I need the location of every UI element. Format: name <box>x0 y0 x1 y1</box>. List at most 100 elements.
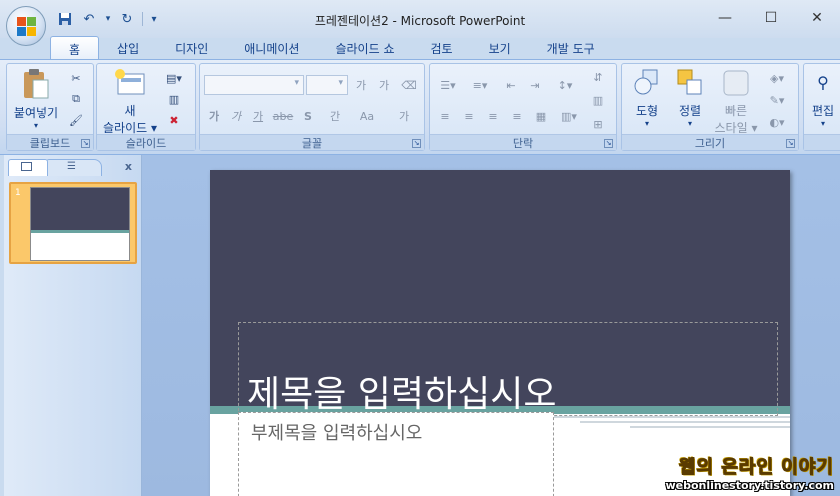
align-left-button[interactable]: ≡ <box>434 106 456 126</box>
group-font: ▾ ▾ 가 가 ⌫ 가 가 가 abe S 간 Aa 가 글꼴 ↘ <box>199 63 425 151</box>
group-label-editing <box>804 134 840 150</box>
quick-styles-icon <box>721 68 751 98</box>
align-right-button[interactable]: ≡ <box>482 106 504 126</box>
tab-view[interactable]: 보기 <box>471 36 529 60</box>
font-color-button[interactable]: 가 <box>388 106 420 126</box>
paste-icon <box>21 68 51 100</box>
shadow-button[interactable]: S <box>298 106 318 126</box>
clipboard-launcher-icon[interactable]: ↘ <box>81 139 90 148</box>
watermark: 웹의 온라인 이야기 webonlinestory.tistory.com <box>665 453 834 493</box>
thumbnail-number: 1 <box>15 188 21 198</box>
group-label-font: 글꼴 <box>200 134 424 150</box>
clear-format-button[interactable]: ⌫ <box>398 75 420 95</box>
shape-effects-icon[interactable]: ◐▾ <box>762 112 792 132</box>
office-logo-icon <box>17 17 37 37</box>
font-launcher-icon[interactable]: ↘ <box>412 139 421 148</box>
tab-outline[interactable]: ☰ <box>46 159 102 176</box>
delete-slide-icon[interactable]: ✖ <box>163 110 185 130</box>
slides-pane: ☰ x 1 <box>4 155 142 496</box>
title-bar: ↶ ▾ ↻ ▾ 프레젠테이션2 - Microsoft PowerPoint —… <box>0 0 840 38</box>
office-button[interactable] <box>6 6 46 46</box>
tab-developer[interactable]: 개발 도구 <box>529 36 613 60</box>
paste-button[interactable]: 붙여넣기 ▾ <box>11 68 61 130</box>
group-clipboard: 붙여넣기 ▾ ✂ ⧉ 🖌 클립보드 ↘ <box>6 63 94 151</box>
bullets-button[interactable]: ☰▾ <box>434 75 462 95</box>
font-size-combo[interactable]: ▾ <box>306 75 348 95</box>
align-text-button[interactable]: ▥ <box>586 90 610 110</box>
tab-insert[interactable]: 삽입 <box>99 36 157 60</box>
paragraph-launcher-icon[interactable]: ↘ <box>604 139 613 148</box>
layout-icon[interactable]: ▤▾ <box>163 68 185 88</box>
group-label-slides: 슬라이드 <box>97 134 195 150</box>
arrange-label: 정렬 <box>678 104 702 118</box>
pane-close-icon[interactable]: x <box>125 160 132 173</box>
title-placeholder[interactable]: 제목을 입력하십시오 <box>238 322 778 416</box>
shape-fill-icon[interactable]: ◈▾ <box>762 68 792 88</box>
format-painter-icon[interactable]: 🖌 <box>65 110 87 130</box>
tab-design[interactable]: 디자인 <box>157 36 226 60</box>
distribute-button[interactable]: ▦ <box>530 106 552 126</box>
slides-icon <box>21 162 32 171</box>
shape-outline-icon[interactable]: ✎▾ <box>762 90 792 110</box>
text-direction-button[interactable]: ⇵ <box>586 67 610 87</box>
tab-slides[interactable] <box>8 159 48 176</box>
tab-review[interactable]: 검토 <box>412 36 470 60</box>
editing-button[interactable]: ⚲ 편집 ▾ <box>806 68 840 128</box>
underline-button[interactable]: 가 <box>248 106 268 126</box>
font-name-combo[interactable]: ▾ <box>204 75 304 95</box>
quick-styles-label-1: 빠른 <box>724 104 748 118</box>
new-slide-button[interactable]: 새 슬라이드 ▾ <box>99 68 161 136</box>
bold-button[interactable]: 가 <box>204 106 224 126</box>
tab-slide-show[interactable]: 슬라이드 쇼 <box>317 36 412 60</box>
minimize-button[interactable]: — <box>702 6 748 30</box>
shapes-icon <box>633 68 661 98</box>
drawing-launcher-icon[interactable]: ↘ <box>786 139 795 148</box>
justify-button[interactable]: ≡ <box>506 106 528 126</box>
character-spacing-button[interactable]: 간 <box>322 106 348 126</box>
close-button[interactable]: ✕ <box>794 6 840 30</box>
new-slide-icon <box>114 68 146 98</box>
cut-icon[interactable]: ✂ <box>65 68 87 88</box>
title-placeholder-text: 제목을 입력하십시오 <box>247 374 557 415</box>
group-slides: 새 슬라이드 ▾ ▤▾ ▥ ✖ 슬라이드 <box>96 63 196 151</box>
subtitle-placeholder-text: 부제목을 입력하십시오 <box>251 423 423 444</box>
watermark-url: webonlinestory.tistory.com <box>665 479 834 492</box>
quick-styles-button[interactable]: 빠른 스타일 ▾ <box>710 68 762 136</box>
thumbnail-preview <box>30 187 130 261</box>
align-center-button[interactable]: ≡ <box>458 106 480 126</box>
shape-label: 도형 <box>635 104 659 118</box>
change-case-button[interactable]: Aa <box>352 106 382 126</box>
strikethrough-button[interactable]: abe <box>270 106 296 126</box>
copy-icon[interactable]: ⧉ <box>65 89 87 109</box>
arrange-button[interactable]: 정렬 ▾ <box>670 68 710 128</box>
slide-thumbnail[interactable]: 1 <box>9 182 137 264</box>
watermark-title: 웹의 온라인 이야기 <box>678 457 834 479</box>
maximize-button[interactable]: ☐ <box>748 6 794 30</box>
slides-pane-tabs: ☰ x <box>6 157 140 177</box>
slide-canvas[interactable]: 제목을 입력하십시오 부제목을 입력하십시오 <box>210 170 790 496</box>
paste-label: 붙여넣기 <box>13 106 59 120</box>
numbering-button[interactable]: ≡▾ <box>466 75 494 95</box>
slide-decorative-lines <box>540 416 790 431</box>
line-spacing-button[interactable]: ↕▾ <box>550 75 580 95</box>
outline-icon: ☰ <box>67 161 76 172</box>
tab-animations[interactable]: 애니메이션 <box>226 36 317 60</box>
group-label-drawing: 그리기 <box>622 134 798 150</box>
ribbon-tabs: 홈 삽입 디자인 애니메이션 슬라이드 쇼 검토 보기 개발 도구 <box>50 36 613 60</box>
italic-button[interactable]: 가 <box>226 106 246 126</box>
group-paragraph: ☰▾ ≡▾ ⇤ ⇥ ↕▾ ⇵ ▥ ⊞ ≡ ≡ ≡ ≡ ▦ ▥▾ 단락 ↘ <box>429 63 617 151</box>
reset-icon[interactable]: ▥ <box>163 89 185 109</box>
increase-indent-button[interactable]: ⇥ <box>524 75 546 95</box>
shrink-font-button[interactable]: 가 <box>373 75 395 95</box>
smartart-button[interactable]: ⊞ <box>586 114 610 134</box>
shape-button[interactable]: 도형 ▾ <box>626 68 668 128</box>
grow-font-button[interactable]: 가 <box>350 75 372 95</box>
subtitle-placeholder[interactable]: 부제목을 입력하십시오 <box>238 412 554 496</box>
group-label-paragraph: 단락 <box>430 134 616 150</box>
tab-home[interactable]: 홈 <box>50 36 100 60</box>
group-editing: ⚲ 편집 ▾ <box>803 63 840 151</box>
group-drawing: 도형 ▾ 정렬 ▾ 빠른 스타일 ▾ ◈▾ ✎▾ ◐▾ 그리기 ↘ <box>621 63 799 151</box>
columns-button[interactable]: ▥▾ <box>554 106 584 126</box>
decrease-indent-button[interactable]: ⇤ <box>500 75 522 95</box>
arrange-icon <box>676 68 704 98</box>
